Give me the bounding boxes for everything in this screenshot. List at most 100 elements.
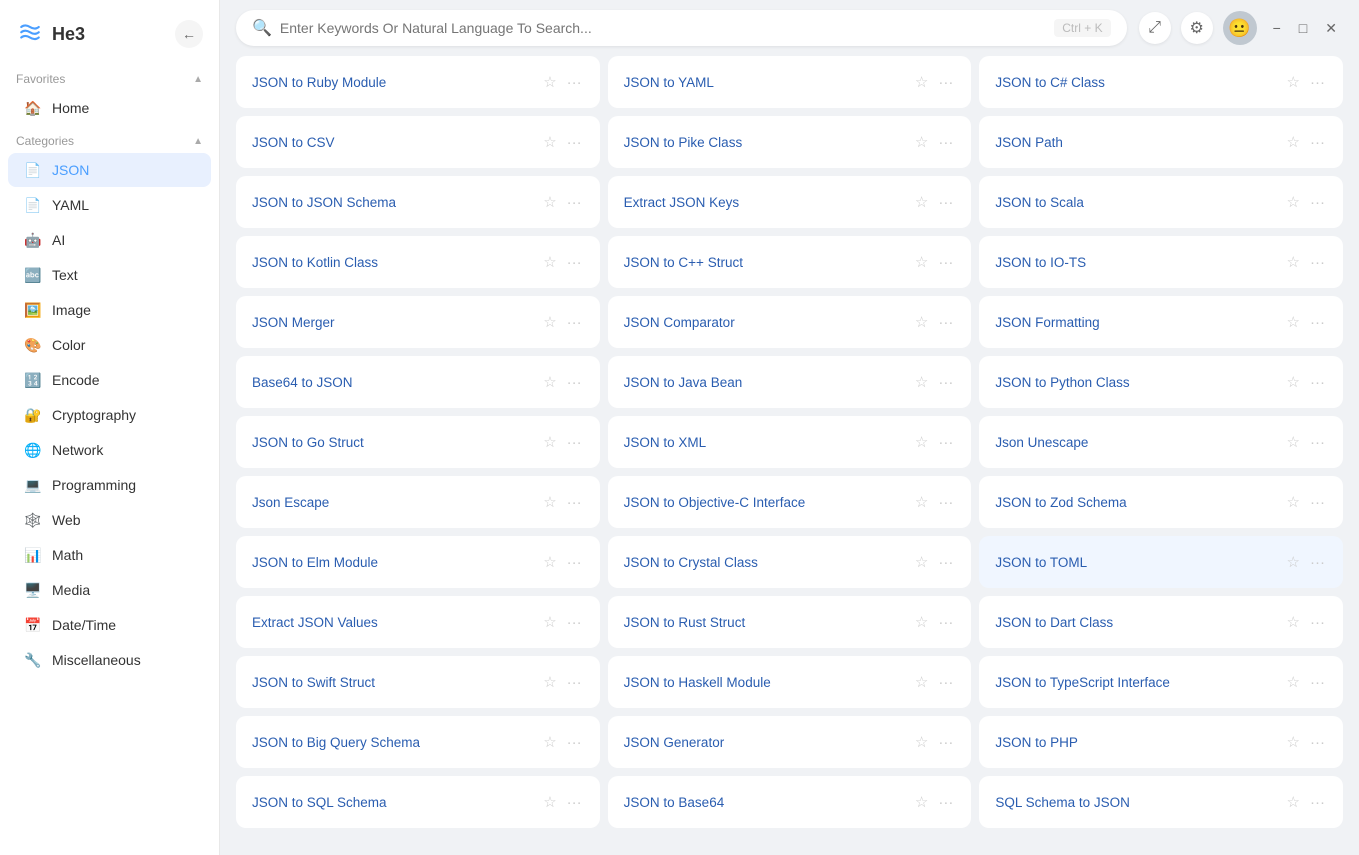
favorite-button[interactable]: ☆ xyxy=(541,193,558,212)
tool-card[interactable]: JSON to Python Class ☆ ··· xyxy=(979,356,1343,408)
more-button[interactable]: ··· xyxy=(936,73,955,92)
tool-card[interactable]: JSON to PHP ☆ ··· xyxy=(979,716,1343,768)
favorite-button[interactable]: ☆ xyxy=(913,73,930,92)
tool-card[interactable]: JSON to C++ Struct ☆ ··· xyxy=(608,236,972,288)
more-button[interactable]: ··· xyxy=(1308,193,1327,212)
tool-card[interactable]: Base64 to JSON ☆ ··· xyxy=(236,356,600,408)
favorite-button[interactable]: ☆ xyxy=(913,673,930,692)
more-button[interactable]: ··· xyxy=(936,313,955,332)
tool-card[interactable]: JSON to Big Query Schema ☆ ··· xyxy=(236,716,600,768)
favorite-button[interactable]: ☆ xyxy=(541,433,558,452)
tool-card[interactable]: JSON Comparator ☆ ··· xyxy=(608,296,972,348)
more-button[interactable]: ··· xyxy=(1308,793,1327,812)
tool-card[interactable]: JSON to Java Bean ☆ ··· xyxy=(608,356,972,408)
tool-card[interactable]: Extract JSON Keys ☆ ··· xyxy=(608,176,972,228)
sidebar-item-json[interactable]: 📄 JSON xyxy=(8,153,211,187)
favorite-button[interactable]: ☆ xyxy=(1285,793,1302,812)
favorite-button[interactable]: ☆ xyxy=(913,133,930,152)
favorite-button[interactable]: ☆ xyxy=(1285,733,1302,752)
share-button[interactable]: ⤢ xyxy=(1139,12,1171,44)
more-button[interactable]: ··· xyxy=(565,373,584,392)
favorite-button[interactable]: ☆ xyxy=(1285,133,1302,152)
favorite-button[interactable]: ☆ xyxy=(541,793,558,812)
more-button[interactable]: ··· xyxy=(936,373,955,392)
tool-card[interactable]: JSON to Crystal Class ☆ ··· xyxy=(608,536,972,588)
tool-card[interactable]: JSON to Objective-C Interface ☆ ··· xyxy=(608,476,972,528)
sidebar-item-cryptography[interactable]: 🔐 Cryptography xyxy=(8,398,211,432)
tool-card[interactable]: JSON to Zod Schema ☆ ··· xyxy=(979,476,1343,528)
more-button[interactable]: ··· xyxy=(936,133,955,152)
more-button[interactable]: ··· xyxy=(1308,613,1327,632)
sidebar-item-yaml[interactable]: 📄 YAML xyxy=(8,188,211,222)
more-button[interactable]: ··· xyxy=(936,493,955,512)
more-button[interactable]: ··· xyxy=(1308,133,1327,152)
more-button[interactable]: ··· xyxy=(936,553,955,572)
favorite-button[interactable]: ☆ xyxy=(913,193,930,212)
tool-card[interactable]: JSON to C# Class ☆ ··· xyxy=(979,56,1343,108)
tool-card[interactable]: SQL Schema to JSON ☆ ··· xyxy=(979,776,1343,828)
favorite-button[interactable]: ☆ xyxy=(1285,553,1302,572)
tool-card[interactable]: JSON to Go Struct ☆ ··· xyxy=(236,416,600,468)
favorite-button[interactable]: ☆ xyxy=(1285,313,1302,332)
tool-card[interactable]: Extract JSON Values ☆ ··· xyxy=(236,596,600,648)
favorite-button[interactable]: ☆ xyxy=(541,553,558,572)
more-button[interactable]: ··· xyxy=(936,613,955,632)
more-button[interactable]: ··· xyxy=(565,493,584,512)
maximize-button[interactable]: □ xyxy=(1293,16,1313,40)
tool-card[interactable]: JSON to JSON Schema ☆ ··· xyxy=(236,176,600,228)
more-button[interactable]: ··· xyxy=(1308,73,1327,92)
sidebar-item-web[interactable]: 🕸️ Web xyxy=(8,503,211,537)
more-button[interactable]: ··· xyxy=(1308,553,1327,572)
more-button[interactable]: ··· xyxy=(936,673,955,692)
more-button[interactable]: ··· xyxy=(936,733,955,752)
tool-card[interactable]: JSON to Base64 ☆ ··· xyxy=(608,776,972,828)
sidebar-item-misc[interactable]: 🔧 Miscellaneous xyxy=(8,643,211,677)
favorite-button[interactable]: ☆ xyxy=(541,313,558,332)
more-button[interactable]: ··· xyxy=(565,133,584,152)
tool-card[interactable]: Json Unescape ☆ ··· xyxy=(979,416,1343,468)
more-button[interactable]: ··· xyxy=(936,253,955,272)
more-button[interactable]: ··· xyxy=(1308,373,1327,392)
more-button[interactable]: ··· xyxy=(565,793,584,812)
favorite-button[interactable]: ☆ xyxy=(1285,433,1302,452)
favorite-button[interactable]: ☆ xyxy=(1285,493,1302,512)
favorite-button[interactable]: ☆ xyxy=(913,733,930,752)
favorite-button[interactable]: ☆ xyxy=(1285,673,1302,692)
favorite-button[interactable]: ☆ xyxy=(541,613,558,632)
more-button[interactable]: ··· xyxy=(565,313,584,332)
tool-card[interactable]: JSON Path ☆ ··· xyxy=(979,116,1343,168)
more-button[interactable]: ··· xyxy=(1308,733,1327,752)
tool-card[interactable]: JSON to Kotlin Class ☆ ··· xyxy=(236,236,600,288)
avatar[interactable]: 😐 xyxy=(1223,11,1257,45)
favorite-button[interactable]: ☆ xyxy=(1285,373,1302,392)
favorite-button[interactable]: ☆ xyxy=(1285,73,1302,92)
more-button[interactable]: ··· xyxy=(1308,433,1327,452)
tool-card[interactable]: JSON to Dart Class ☆ ··· xyxy=(979,596,1343,648)
sidebar-item-network[interactable]: 🌐 Network xyxy=(8,433,211,467)
close-button[interactable]: ✕ xyxy=(1319,16,1343,41)
sidebar-item-datetime[interactable]: 📅 Date/Time xyxy=(8,608,211,642)
favorite-button[interactable]: ☆ xyxy=(541,733,558,752)
more-button[interactable]: ··· xyxy=(1308,493,1327,512)
tool-card[interactable]: JSON to IO-TS ☆ ··· xyxy=(979,236,1343,288)
more-button[interactable]: ··· xyxy=(565,253,584,272)
more-button[interactable]: ··· xyxy=(936,193,955,212)
favorite-button[interactable]: ☆ xyxy=(541,493,558,512)
tool-card[interactable]: JSON to XML ☆ ··· xyxy=(608,416,972,468)
sidebar-item-programming[interactable]: 💻 Programming xyxy=(8,468,211,502)
sidebar-item-text[interactable]: 🔤 Text xyxy=(8,258,211,292)
more-button[interactable]: ··· xyxy=(1308,313,1327,332)
tool-card[interactable]: JSON to Pike Class ☆ ··· xyxy=(608,116,972,168)
tool-card[interactable]: JSON to Rust Struct ☆ ··· xyxy=(608,596,972,648)
more-button[interactable]: ··· xyxy=(1308,673,1327,692)
search-input[interactable] xyxy=(280,20,1046,36)
favorite-button[interactable]: ☆ xyxy=(541,73,558,92)
tool-card[interactable]: JSON to CSV ☆ ··· xyxy=(236,116,600,168)
tool-card[interactable]: JSON to TypeScript Interface ☆ ··· xyxy=(979,656,1343,708)
tool-card[interactable]: JSON to TOML ☆ ··· xyxy=(979,536,1343,588)
tool-card[interactable]: JSON Merger ☆ ··· xyxy=(236,296,600,348)
tool-card[interactable]: JSON to Haskell Module ☆ ··· xyxy=(608,656,972,708)
more-button[interactable]: ··· xyxy=(565,553,584,572)
sidebar-item-color[interactable]: 🎨 Color xyxy=(8,328,211,362)
favorite-button[interactable]: ☆ xyxy=(913,493,930,512)
